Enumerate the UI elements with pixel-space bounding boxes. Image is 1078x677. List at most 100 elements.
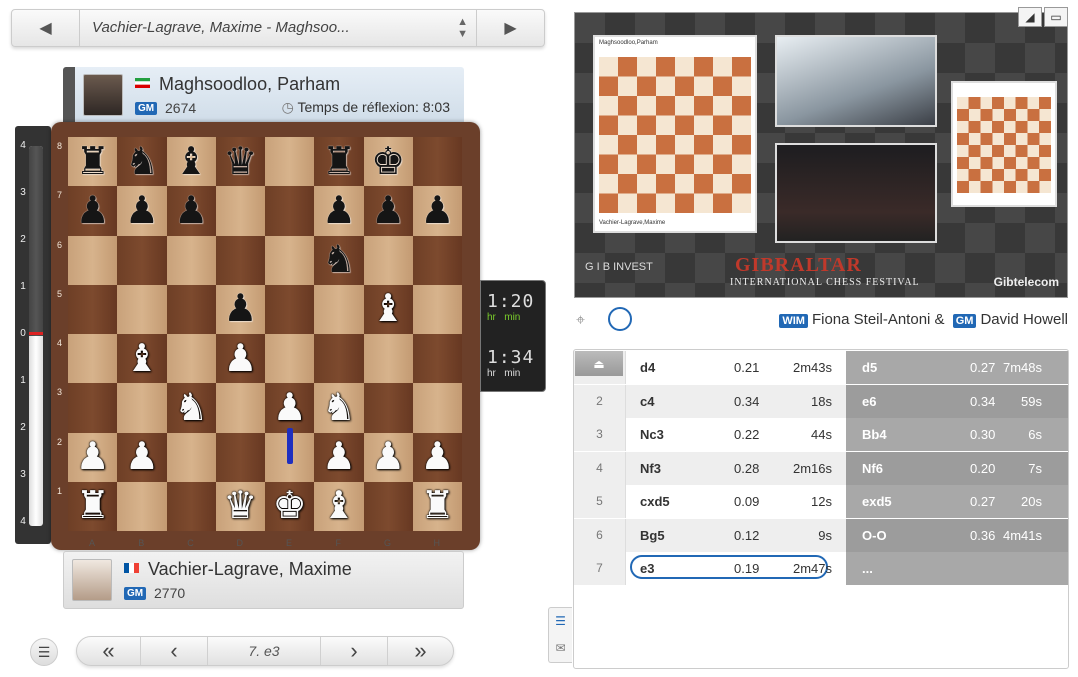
square-h2[interactable]: ♟: [412, 432, 462, 482]
black-move[interactable]: Nf6 0.20 7s: [846, 451, 1068, 485]
square-f5[interactable]: [314, 284, 364, 334]
square-b2[interactable]: ♟: [117, 432, 167, 482]
square-b8[interactable]: ♞: [117, 137, 167, 187]
square-h4[interactable]: [412, 334, 462, 384]
status-circle-icon[interactable]: [608, 307, 632, 331]
square-b3[interactable]: [117, 383, 167, 433]
square-f1[interactable]: ♝: [314, 481, 364, 531]
square-h3[interactable]: [412, 383, 462, 433]
square-g3[interactable]: [363, 383, 413, 433]
black-pawn-icon[interactable]: ♟: [420, 192, 454, 230]
square-c2[interactable]: [166, 432, 216, 482]
game-dropdown-icon[interactable]: ▲ ▼: [457, 16, 468, 40]
white-pawn-icon[interactable]: ♟: [371, 438, 405, 476]
black-move[interactable]: exd5 0.27 20s: [846, 485, 1068, 518]
square-f3[interactable]: ♞: [314, 383, 364, 433]
square-f4[interactable]: [314, 334, 364, 384]
square-b5[interactable]: [117, 284, 167, 334]
black-pawn-icon[interactable]: ♟: [174, 192, 208, 230]
square-h6[interactable]: [412, 235, 462, 285]
square-b6[interactable]: [117, 235, 167, 285]
black-knight-icon[interactable]: ♞: [125, 143, 159, 181]
game-title[interactable]: Vachier-Lagrave, Maxime - Maghsoo...: [92, 10, 382, 46]
square-h5[interactable]: [412, 284, 462, 334]
black-move[interactable]: O-O 0.36 4m41s: [846, 518, 1068, 552]
square-d5[interactable]: ♟: [215, 284, 265, 334]
square-d8[interactable]: ♛: [215, 137, 265, 187]
black-queen-icon[interactable]: ♛: [223, 143, 257, 181]
square-e8[interactable]: [265, 137, 315, 187]
square-e4[interactable]: [265, 334, 315, 384]
chat-icon[interactable]: ✉: [549, 635, 572, 662]
white-pawn-icon[interactable]: ♟: [223, 340, 257, 378]
white-move[interactable]: d4 0.21 2m43s: [626, 351, 846, 384]
camera-icon[interactable]: ⌖: [576, 312, 585, 330]
white-move[interactable]: Nc3 0.22 44s: [626, 418, 846, 451]
black-move[interactable]: ...: [846, 552, 1068, 585]
black-pawn-icon[interactable]: ♟: [322, 192, 356, 230]
square-f6[interactable]: ♞: [314, 235, 364, 285]
square-b7[interactable]: ♟: [117, 186, 167, 236]
black-king-icon[interactable]: ♚: [371, 143, 405, 181]
resize-icon[interactable]: ◢: [1018, 7, 1042, 27]
collapse-button[interactable]: ⏏: [575, 351, 623, 376]
prev-game-button[interactable]: ◀: [12, 10, 80, 46]
white-bishop-icon[interactable]: ♝: [322, 487, 356, 525]
black-bishop-icon[interactable]: ♝: [174, 143, 208, 181]
white-king-icon[interactable]: ♚: [273, 487, 307, 525]
square-f7[interactable]: ♟: [314, 186, 364, 236]
square-g5[interactable]: ♝: [363, 284, 413, 334]
white-rook-icon[interactable]: ♜: [420, 487, 454, 525]
square-a4[interactable]: [68, 334, 118, 384]
square-h1[interactable]: ♜: [412, 481, 462, 531]
square-a1[interactable]: ♜: [68, 481, 118, 531]
first-move-button[interactable]: «: [77, 637, 141, 665]
square-a6[interactable]: [68, 235, 118, 285]
black-move[interactable]: e6 0.34 59s: [846, 384, 1068, 418]
white-move[interactable]: Bg5 0.12 9s: [626, 518, 846, 552]
black-move[interactable]: d5 0.27 7m48s: [846, 351, 1068, 384]
square-e3[interactable]: ♟: [265, 383, 315, 433]
square-c7[interactable]: ♟: [166, 186, 216, 236]
black-pawn-icon[interactable]: ♟: [76, 192, 110, 230]
square-c8[interactable]: ♝: [166, 137, 216, 187]
black-rook-icon[interactable]: ♜: [322, 143, 356, 181]
white-pawn-icon[interactable]: ♟: [420, 438, 454, 476]
white-pawn-icon[interactable]: ♟: [125, 438, 159, 476]
black-move[interactable]: Bb4 0.30 6s: [846, 418, 1068, 451]
square-c4[interactable]: [166, 334, 216, 384]
square-f8[interactable]: ♜: [314, 137, 364, 187]
fullscreen-icon[interactable]: ▭: [1044, 7, 1068, 27]
video-player[interactable]: Maghsoodloo,Parham Vachier-Lagrave,Maxim…: [574, 12, 1068, 298]
white-pawn-icon[interactable]: ♟: [322, 438, 356, 476]
square-c1[interactable]: [166, 481, 216, 531]
square-g6[interactable]: [363, 235, 413, 285]
white-move[interactable]: c4 0.34 18s: [626, 384, 846, 418]
square-g8[interactable]: ♚: [363, 137, 413, 187]
square-g4[interactable]: [363, 334, 413, 384]
square-d1[interactable]: ♛: [215, 481, 265, 531]
square-h7[interactable]: ♟: [412, 186, 462, 236]
square-c3[interactable]: ♞: [166, 383, 216, 433]
black-pawn-icon[interactable]: ♟: [125, 192, 159, 230]
black-rook-icon[interactable]: ♜: [76, 143, 110, 181]
white-move[interactable]: cxd5 0.09 12s: [626, 485, 846, 518]
white-move[interactable]: Nf3 0.28 2m16s: [626, 451, 846, 485]
square-b1[interactable]: [117, 481, 167, 531]
square-d6[interactable]: [215, 235, 265, 285]
square-a5[interactable]: [68, 284, 118, 334]
square-a7[interactable]: ♟: [68, 186, 118, 236]
square-g1[interactable]: [363, 481, 413, 531]
square-c6[interactable]: [166, 235, 216, 285]
square-d3[interactable]: [215, 383, 265, 433]
square-e5[interactable]: [265, 284, 315, 334]
square-e7[interactable]: [265, 186, 315, 236]
white-knight-icon[interactable]: ♞: [322, 389, 356, 427]
square-c5[interactable]: [166, 284, 216, 334]
white-move[interactable]: e3 0.19 2m47s: [626, 552, 846, 585]
white-bishop-icon[interactable]: ♝: [371, 290, 405, 328]
next-move-button[interactable]: ›: [321, 637, 388, 665]
square-a8[interactable]: ♜: [68, 137, 118, 187]
square-g2[interactable]: ♟: [363, 432, 413, 482]
square-d7[interactable]: [215, 186, 265, 236]
